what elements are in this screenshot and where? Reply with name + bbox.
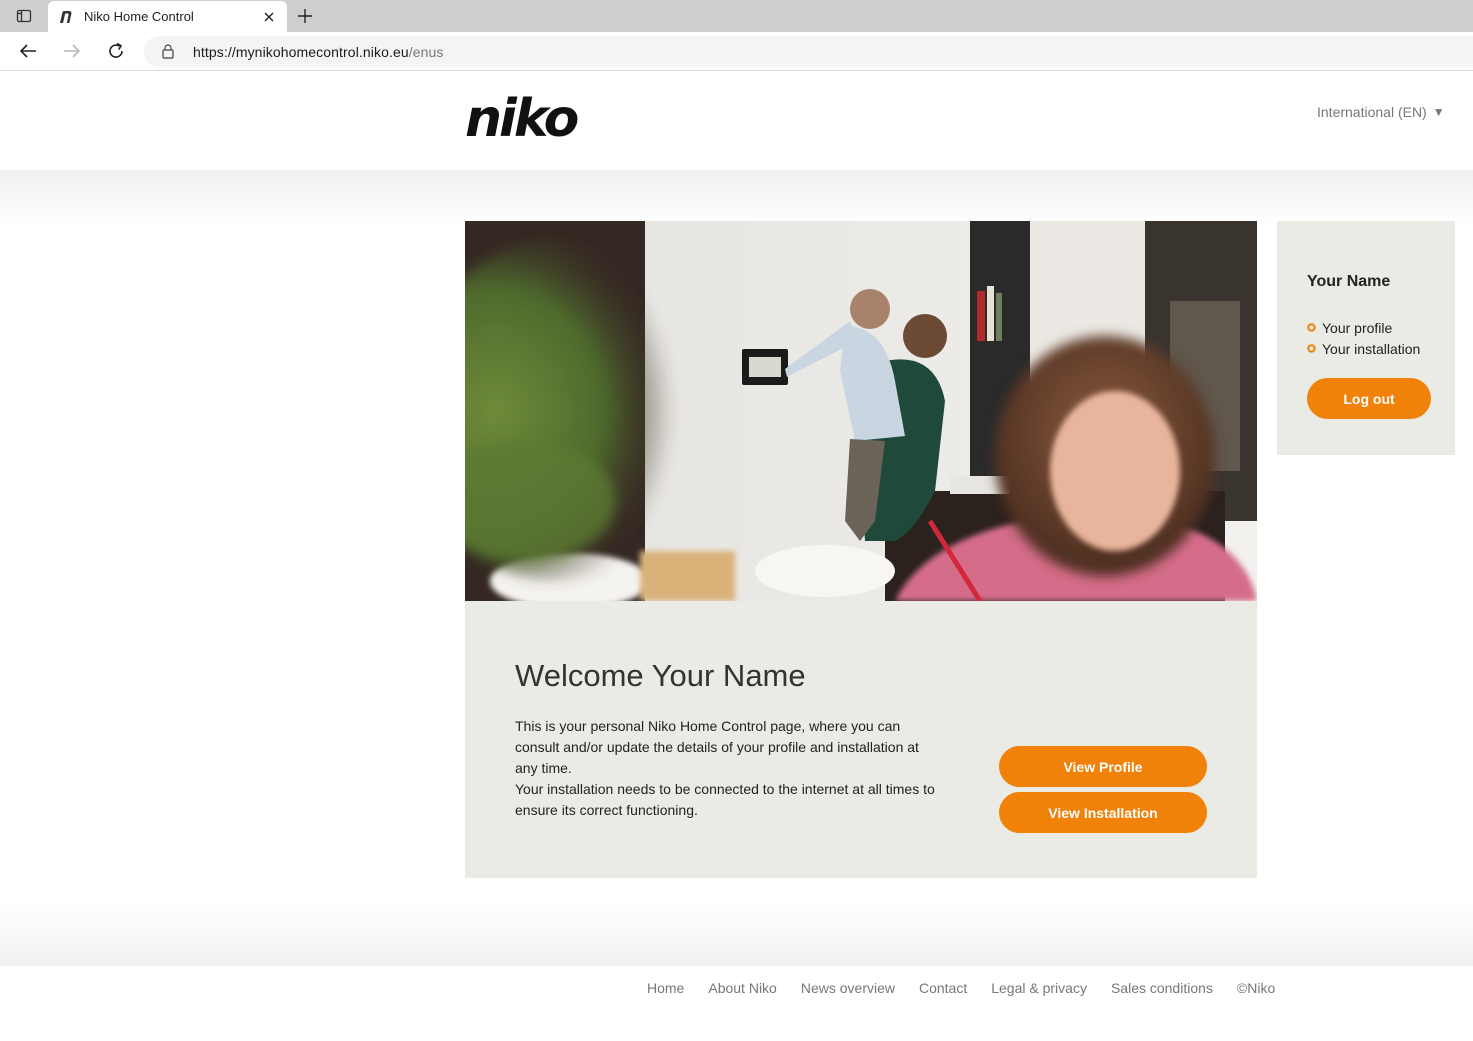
niko-logo[interactable]: niko: [463, 89, 603, 149]
account-link-profile[interactable]: Your profile: [1307, 317, 1420, 338]
logo-text: niko: [465, 93, 578, 141]
view-installation-button[interactable]: View Installation: [999, 792, 1207, 833]
account-links: Your profile Your installation: [1307, 317, 1420, 359]
caret-down-icon: ▼: [1432, 105, 1445, 119]
welcome-paragraph-internet: Your installation needs to be connected …: [515, 781, 935, 818]
logout-button[interactable]: Log out: [1307, 378, 1431, 419]
welcome-text: This is your personal Niko Home Control …: [515, 716, 935, 821]
footer-link-home[interactable]: Home: [647, 980, 684, 996]
url-host: https://mynikohomecontrol.niko.eu: [193, 43, 409, 60]
site-header: niko International (EN) ▼: [0, 71, 1473, 170]
reload-icon[interactable]: [104, 40, 128, 62]
account-link-label: Your installation: [1322, 340, 1421, 357]
lock-icon[interactable]: [162, 44, 176, 60]
url-path: /enus: [408, 43, 444, 60]
site-footer: Home About Niko News overview Contact Le…: [0, 966, 1473, 1041]
language-label: International (EN): [1317, 104, 1427, 120]
footer-link-sales[interactable]: Sales conditions: [1111, 980, 1213, 996]
forward-arrow-icon[interactable]: [60, 40, 84, 62]
footer-link-contact[interactable]: Contact: [919, 980, 967, 996]
niko-favicon-icon: [58, 9, 74, 25]
hero-image: [465, 221, 1257, 601]
plus-icon[interactable]: [294, 6, 316, 26]
account-link-installation[interactable]: Your installation: [1307, 338, 1420, 359]
tab-actions-icon[interactable]: [8, 6, 40, 26]
footer-link-about[interactable]: About Niko: [708, 980, 776, 996]
browser-toolbar: https://mynikohomecontrol.niko.eu/enus: [0, 32, 1473, 71]
welcome-paragraph-intro: This is your personal Niko Home Control …: [515, 718, 919, 776]
welcome-panel: Welcome Your Name This is your personal …: [465, 601, 1257, 878]
account-link-label: Your profile: [1322, 319, 1393, 336]
footer-links: Home About Niko News overview Contact Le…: [647, 980, 1275, 996]
footer-link-news[interactable]: News overview: [801, 980, 895, 996]
account-card: Your Name Your profile Your installation…: [1277, 221, 1455, 455]
close-icon[interactable]: [261, 9, 277, 25]
footer-link-legal[interactable]: Legal & privacy: [991, 980, 1087, 996]
browser-tab-bar: Niko Home Control: [0, 0, 1473, 32]
browser-tab[interactable]: Niko Home Control: [48, 1, 287, 32]
url-text: https://mynikohomecontrol.niko.eu/enus: [193, 44, 444, 60]
circle-bullet-icon: [1307, 344, 1316, 353]
language-selector[interactable]: International (EN) ▼: [1317, 104, 1445, 120]
account-name: Your Name: [1307, 273, 1391, 290]
footer-copyright: ©Niko: [1236, 980, 1276, 996]
address-bar[interactable]: https://mynikohomecontrol.niko.eu/enus: [144, 36, 1473, 67]
welcome-title: Welcome Your Name: [515, 658, 806, 693]
back-arrow-icon[interactable]: [16, 40, 40, 62]
tab-title: Niko Home Control: [84, 9, 194, 24]
view-profile-button[interactable]: View Profile: [999, 746, 1207, 787]
circle-bullet-icon: [1307, 323, 1316, 332]
